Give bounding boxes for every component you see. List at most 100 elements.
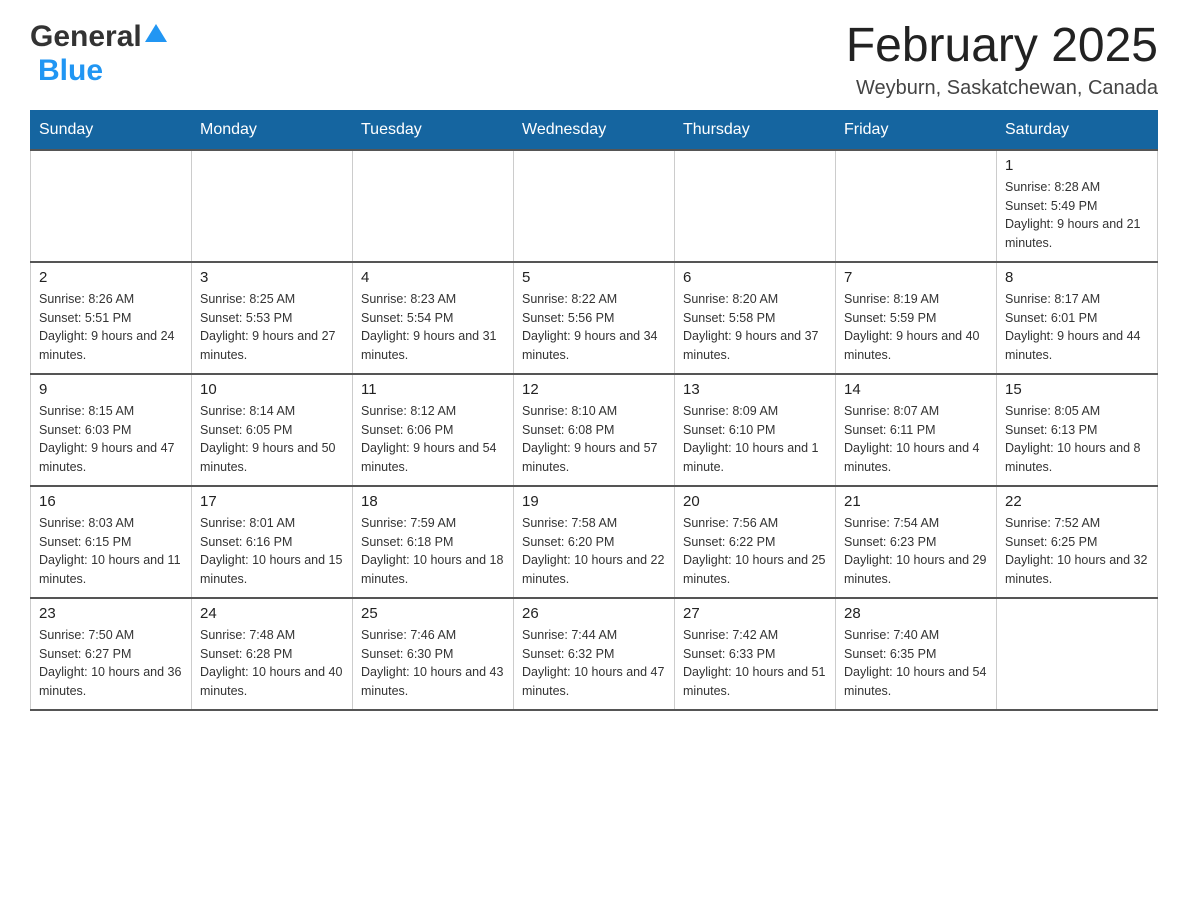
day-number: 28 (844, 605, 988, 622)
col-header-thursday: Thursday (675, 110, 836, 150)
logo-general: General (30, 20, 142, 54)
calendar-cell: 19 Sunrise: 7:58 AMSunset: 6:20 PMDayligh… (514, 486, 675, 598)
day-info: Sunrise: 7:44 AMSunset: 6:32 PMDaylight:… (522, 626, 666, 701)
calendar-cell (192, 150, 353, 262)
col-header-monday: Monday (192, 110, 353, 150)
day-number: 21 (844, 493, 988, 510)
calendar-cell: 4 Sunrise: 8:23 AMSunset: 5:54 PMDaylight… (353, 262, 514, 374)
calendar-cell: 14 Sunrise: 8:07 AMSunset: 6:11 PMDayligh… (836, 374, 997, 486)
day-info: Sunrise: 7:54 AMSunset: 6:23 PMDaylight:… (844, 514, 988, 589)
col-header-saturday: Saturday (997, 110, 1158, 150)
day-info: Sunrise: 8:09 AMSunset: 6:10 PMDaylight:… (683, 402, 827, 477)
day-info: Sunrise: 8:05 AMSunset: 6:13 PMDaylight:… (1005, 402, 1149, 477)
day-info: Sunrise: 8:15 AMSunset: 6:03 PMDaylight:… (39, 402, 183, 477)
day-number: 4 (361, 269, 505, 286)
calendar-cell: 26 Sunrise: 7:44 AMSunset: 6:32 PMDayligh… (514, 598, 675, 710)
calendar-cell (353, 150, 514, 262)
day-info: Sunrise: 7:58 AMSunset: 6:20 PMDaylight:… (522, 514, 666, 589)
day-info: Sunrise: 8:20 AMSunset: 5:58 PMDaylight:… (683, 290, 827, 365)
day-info: Sunrise: 8:14 AMSunset: 6:05 PMDaylight:… (200, 402, 344, 477)
calendar-cell: 16 Sunrise: 8:03 AMSunset: 6:15 PMDayligh… (31, 486, 192, 598)
day-number: 22 (1005, 493, 1149, 510)
day-info: Sunrise: 7:48 AMSunset: 6:28 PMDaylight:… (200, 626, 344, 701)
page-header: General Blue February 2025 Weyburn, Sask… (30, 20, 1158, 100)
day-number: 2 (39, 269, 183, 286)
day-info: Sunrise: 8:17 AMSunset: 6:01 PMDaylight:… (1005, 290, 1149, 365)
calendar-cell: 18 Sunrise: 7:59 AMSunset: 6:18 PMDayligh… (353, 486, 514, 598)
calendar-cell: 7Sunrise: 8:19 AMSunset: 5:59 PMDaylight… (836, 262, 997, 374)
day-number: 15 (1005, 381, 1149, 398)
day-info: Sunrise: 8:26 AMSunset: 5:51 PMDaylight:… (39, 290, 183, 365)
calendar-cell: 9 Sunrise: 8:15 AMSunset: 6:03 PMDaylight… (31, 374, 192, 486)
day-number: 8 (1005, 269, 1149, 286)
day-info: Sunrise: 7:52 AMSunset: 6:25 PMDaylight:… (1005, 514, 1149, 589)
calendar-cell: 13 Sunrise: 8:09 AMSunset: 6:10 PMDayligh… (675, 374, 836, 486)
logo: General Blue (30, 20, 167, 88)
title-block: February 2025 Weyburn, Saskatchewan, Can… (846, 20, 1158, 100)
day-info: Sunrise: 8:23 AMSunset: 5:54 PMDaylight:… (361, 290, 505, 365)
day-number: 14 (844, 381, 988, 398)
calendar-cell: 21 Sunrise: 7:54 AMSunset: 6:23 PMDayligh… (836, 486, 997, 598)
day-info: Sunrise: 8:01 AMSunset: 6:16 PMDaylight:… (200, 514, 344, 589)
day-number: 18 (361, 493, 505, 510)
day-number: 23 (39, 605, 183, 622)
calendar-cell: 5Sunrise: 8:22 AMSunset: 5:56 PMDaylight… (514, 262, 675, 374)
day-info: Sunrise: 7:50 AMSunset: 6:27 PMDaylight:… (39, 626, 183, 701)
calendar-cell (675, 150, 836, 262)
day-info: Sunrise: 8:10 AMSunset: 6:08 PMDaylight:… (522, 402, 666, 477)
month-title: February 2025 (846, 20, 1158, 73)
calendar-week-row: 2 Sunrise: 8:26 AMSunset: 5:51 PMDaylight… (31, 262, 1158, 374)
calendar-header-row: SundayMondayTuesdayWednesdayThursdayFrid… (31, 110, 1158, 150)
calendar-cell: 28 Sunrise: 7:40 AMSunset: 6:35 PMDayligh… (836, 598, 997, 710)
day-number: 1 (1005, 157, 1149, 174)
calendar-cell: 2 Sunrise: 8:26 AMSunset: 5:51 PMDaylight… (31, 262, 192, 374)
col-header-tuesday: Tuesday (353, 110, 514, 150)
day-info: Sunrise: 7:46 AMSunset: 6:30 PMDaylight:… (361, 626, 505, 701)
calendar-cell: 11Sunrise: 8:12 AMSunset: 6:06 PMDayligh… (353, 374, 514, 486)
day-number: 10 (200, 381, 344, 398)
day-info: Sunrise: 7:59 AMSunset: 6:18 PMDaylight:… (361, 514, 505, 589)
calendar-cell: 22 Sunrise: 7:52 AMSunset: 6:25 PMDayligh… (997, 486, 1158, 598)
calendar-cell: 12Sunrise: 8:10 AMSunset: 6:08 PMDayligh… (514, 374, 675, 486)
day-number: 9 (39, 381, 183, 398)
day-number: 3 (200, 269, 344, 286)
calendar-cell: 17 Sunrise: 8:01 AMSunset: 6:16 PMDayligh… (192, 486, 353, 598)
day-info: Sunrise: 8:25 AMSunset: 5:53 PMDaylight:… (200, 290, 344, 365)
location-title: Weyburn, Saskatchewan, Canada (846, 77, 1158, 100)
day-number: 20 (683, 493, 827, 510)
calendar-cell: 25 Sunrise: 7:46 AMSunset: 6:30 PMDayligh… (353, 598, 514, 710)
calendar-cell (836, 150, 997, 262)
calendar-cell: 27Sunrise: 7:42 AMSunset: 6:33 PMDayligh… (675, 598, 836, 710)
calendar-cell: 6 Sunrise: 8:20 AMSunset: 5:58 PMDaylight… (675, 262, 836, 374)
day-number: 16 (39, 493, 183, 510)
calendar-cell: 23 Sunrise: 7:50 AMSunset: 6:27 PMDayligh… (31, 598, 192, 710)
day-info: Sunrise: 7:40 AMSunset: 6:35 PMDaylight:… (844, 626, 988, 701)
day-number: 26 (522, 605, 666, 622)
calendar-cell: 15 Sunrise: 8:05 AMSunset: 6:13 PMDayligh… (997, 374, 1158, 486)
calendar-cell: 1 Sunrise: 8:28 AMSunset: 5:49 PMDaylight… (997, 150, 1158, 262)
day-number: 17 (200, 493, 344, 510)
calendar-cell: 8 Sunrise: 8:17 AMSunset: 6:01 PMDaylight… (997, 262, 1158, 374)
day-info: Sunrise: 8:12 AMSunset: 6:06 PMDaylight:… (361, 402, 505, 477)
day-number: 7 (844, 269, 988, 286)
calendar-table: SundayMondayTuesdayWednesdayThursdayFrid… (30, 110, 1158, 711)
day-number: 24 (200, 605, 344, 622)
day-info: Sunrise: 8:28 AMSunset: 5:49 PMDaylight:… (1005, 178, 1149, 253)
calendar-cell: 24 Sunrise: 7:48 AMSunset: 6:28 PMDayligh… (192, 598, 353, 710)
day-number: 5 (522, 269, 666, 286)
day-info: Sunrise: 8:03 AMSunset: 6:15 PMDaylight:… (39, 514, 183, 589)
calendar-cell (514, 150, 675, 262)
col-header-sunday: Sunday (31, 110, 192, 150)
day-number: 6 (683, 269, 827, 286)
day-number: 13 (683, 381, 827, 398)
day-info: Sunrise: 7:56 AMSunset: 6:22 PMDaylight:… (683, 514, 827, 589)
calendar-cell (31, 150, 192, 262)
col-header-friday: Friday (836, 110, 997, 150)
calendar-cell: 10 Sunrise: 8:14 AMSunset: 6:05 PMDayligh… (192, 374, 353, 486)
day-info: Sunrise: 7:42 AMSunset: 6:33 PMDaylight:… (683, 626, 827, 701)
calendar-cell: 20 Sunrise: 7:56 AMSunset: 6:22 PMDayligh… (675, 486, 836, 598)
calendar-week-row: 1 Sunrise: 8:28 AMSunset: 5:49 PMDaylight… (31, 150, 1158, 262)
day-info: Sunrise: 8:07 AMSunset: 6:11 PMDaylight:… (844, 402, 988, 477)
day-number: 19 (522, 493, 666, 510)
day-number: 25 (361, 605, 505, 622)
